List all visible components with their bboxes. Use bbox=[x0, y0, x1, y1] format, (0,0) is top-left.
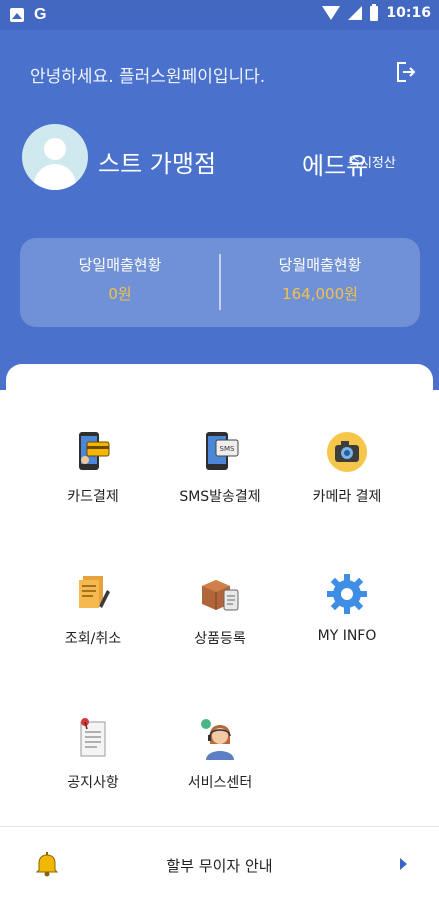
sales-summary: 당일매출현황 0원 당월매출현황 164,000원 bbox=[20, 238, 420, 327]
greeting-text: 안녕하세요. 플러스원페이입니다. bbox=[30, 67, 266, 87]
store-name: 스트 가맹점 bbox=[98, 150, 217, 178]
card-payment-button[interactable]: 카드결제 bbox=[23, 430, 163, 506]
camera-payment-label: 카메라 결제 bbox=[312, 489, 382, 505]
lookup-cancel-button[interactable]: 조회/취소 bbox=[23, 572, 163, 648]
svg-text:SMS: SMS bbox=[220, 445, 235, 453]
camera-payment-button[interactable]: 카메라 결제 bbox=[277, 430, 417, 506]
status-bar: G 10:16 bbox=[0, 0, 439, 30]
monthly-sales-value: 164,000원 bbox=[282, 285, 358, 303]
service-center-icon bbox=[198, 716, 242, 760]
chevron-right-icon[interactable] bbox=[400, 858, 407, 870]
my-info-button[interactable]: MY INFO bbox=[277, 572, 417, 644]
g-icon: G bbox=[34, 6, 47, 23]
signal-icon bbox=[348, 6, 363, 20]
daily-sales-label: 당일매출현황 bbox=[78, 256, 162, 274]
wifi-icon bbox=[322, 6, 341, 20]
logout-icon[interactable] bbox=[394, 60, 416, 84]
lookup-cancel-label: 조회/취소 bbox=[64, 631, 122, 647]
installment-info-bar[interactable]: 할부 무이자 안내 bbox=[0, 826, 439, 900]
lookup-cancel-icon bbox=[71, 572, 115, 616]
gear-icon bbox=[325, 572, 369, 616]
gallery-icon bbox=[10, 8, 24, 22]
sms-payment-button[interactable]: SMS SMS발송결제 bbox=[150, 430, 290, 506]
card-payment-label: 카드결제 bbox=[67, 489, 119, 505]
daily-sales[interactable]: 당일매출현황 0원 bbox=[20, 254, 220, 304]
monthly-sales[interactable]: 당월매출현황 164,000원 bbox=[220, 254, 420, 304]
camera-payment-icon bbox=[325, 430, 369, 474]
status-time: 10:16 bbox=[386, 5, 431, 21]
notice-icon bbox=[71, 716, 115, 760]
header: 안녕하세요. 플러스원페이입니다. 스트 가맹점 에드유 즉시정산 당일매출현황… bbox=[0, 30, 439, 390]
card-payment-icon bbox=[71, 430, 115, 474]
service-center-label: 서비스센터 bbox=[187, 775, 253, 791]
installment-info-text: 할부 무이자 안내 bbox=[166, 857, 273, 875]
product-register-button[interactable]: 상품등록 bbox=[150, 572, 290, 648]
instant-settlement-text: 즉시정산 bbox=[348, 156, 396, 171]
menu-panel: 카드결제 SMS SMS발송결제 카메라 결제 조회/취소 상품등록 MY IN… bbox=[6, 364, 433, 826]
monthly-sales-label: 당월매출현황 bbox=[278, 256, 362, 274]
my-info-label: MY INFO bbox=[317, 628, 377, 644]
sms-payment-label: SMS발송결제 bbox=[179, 489, 261, 505]
product-register-icon bbox=[198, 572, 242, 616]
product-register-label: 상품등록 bbox=[194, 631, 246, 647]
notice-label: 공지사항 bbox=[67, 775, 119, 791]
avatar bbox=[22, 124, 88, 190]
daily-sales-value: 0원 bbox=[108, 285, 132, 303]
battery-icon bbox=[370, 3, 379, 21]
service-center-button[interactable]: 서비스센터 bbox=[150, 716, 290, 792]
notice-button[interactable]: 공지사항 bbox=[23, 716, 163, 792]
sms-payment-icon: SMS bbox=[198, 430, 242, 474]
